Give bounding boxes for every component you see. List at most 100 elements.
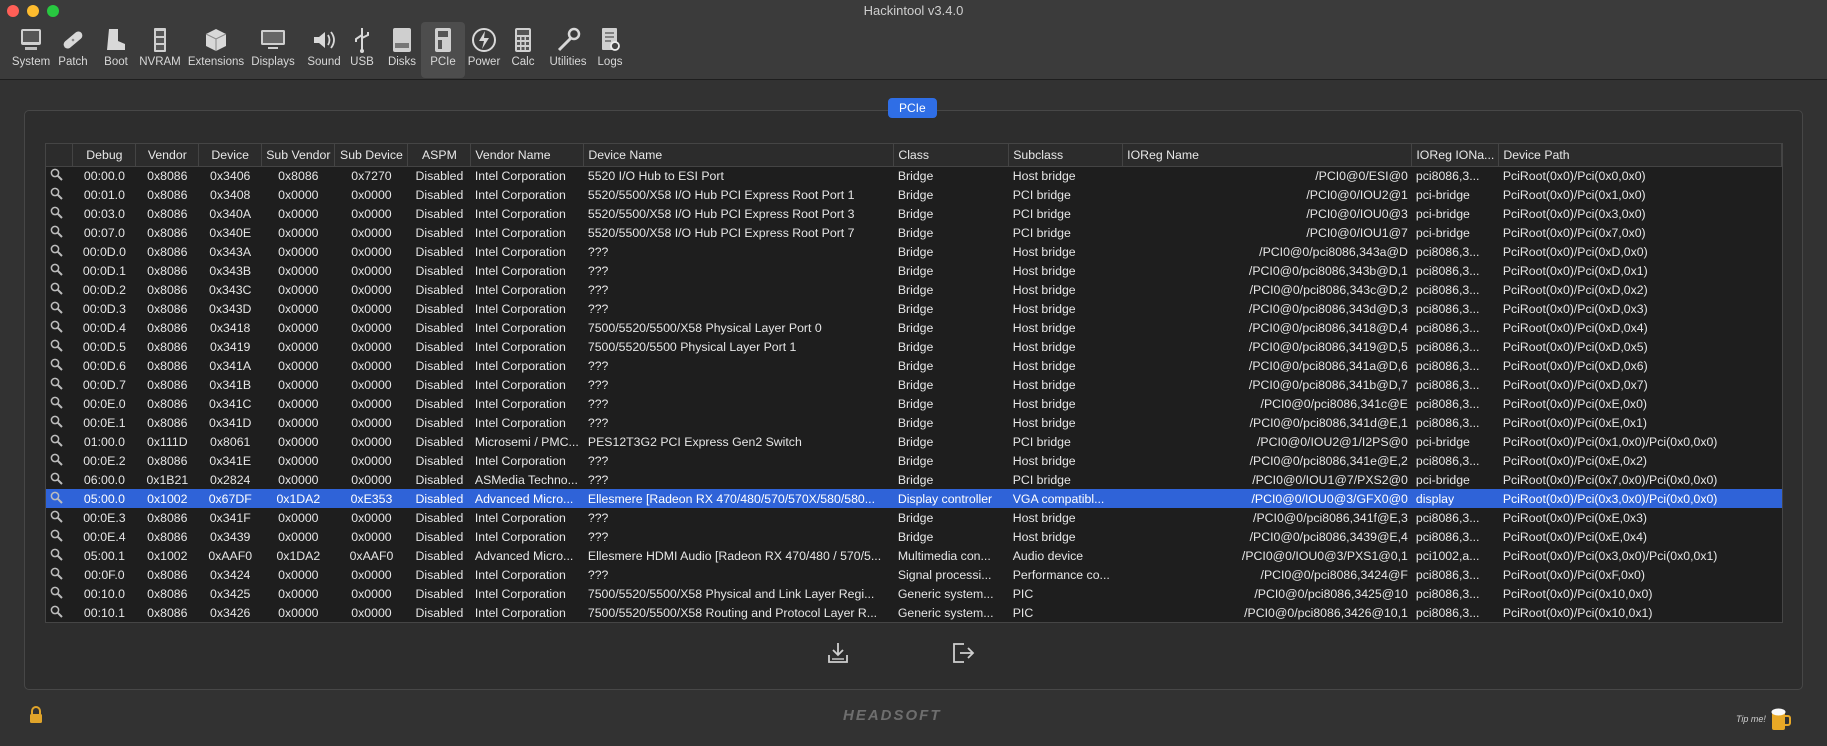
column-header[interactable]: Vendor Name [470,144,585,167]
magnifier-cell[interactable] [46,527,73,546]
magnifier-cell[interactable] [46,451,73,470]
column-header[interactable]: Sub Vendor [261,144,336,167]
magnifier-icon[interactable] [50,586,63,599]
magnifier-icon[interactable] [50,358,63,371]
magnifier-icon[interactable] [50,529,63,542]
toolbar-item-disks[interactable]: Disks [382,22,422,78]
column-header[interactable]: Device Name [583,144,895,167]
magnifier-icon[interactable] [50,225,63,238]
magnifier-cell[interactable] [46,565,73,584]
magnifier-icon[interactable] [50,567,63,580]
table-row[interactable]: 00:0E.4 0x8086 0x3439 0x0000 0x0000 Disabled I… [46,527,1782,546]
magnifier-cell[interactable] [46,204,73,223]
toolbar-item-usb[interactable]: USB [344,22,380,78]
table-row[interactable]: 00:10.0 0x8086 0x3425 0x0000 0x0000 Disabled I… [46,584,1782,603]
tip-me-button[interactable]: Tip me! [1736,706,1792,732]
magnifier-icon[interactable] [50,434,63,447]
table-row[interactable]: 00:0D.2 0x8086 0x343C 0x0000 0x0000 Disabled I… [46,280,1782,299]
magnifier-icon[interactable] [50,548,63,561]
column-header[interactable]: Device [198,144,263,167]
table-row[interactable]: 00:0D.6 0x8086 0x341A 0x0000 0x0000 Disabled I… [46,356,1782,375]
magnifier-cell[interactable] [46,166,73,185]
magnifier-cell[interactable] [46,280,73,299]
table-row[interactable]: 06:00.0 0x1B21 0x2824 0x0000 0x0000 Disabled A… [46,470,1782,489]
magnifier-cell[interactable] [46,394,73,413]
table-row[interactable]: 05:00.1 0x1002 0xAAF0 0x1DA2 0xAAF0 Disabled A… [46,546,1782,565]
table-row[interactable]: 00:0D.1 0x8086 0x343B 0x0000 0x0000 Disabled I… [46,261,1782,280]
magnifier-cell[interactable] [46,546,73,565]
table-row[interactable]: 00:0E.1 0x8086 0x341D 0x0000 0x0000 Disabled I… [46,413,1782,432]
toolbar-item-sound[interactable]: Sound [301,22,347,78]
column-header[interactable]: Device Path [1498,144,1782,167]
toolbar-item-utilities[interactable]: Utilities [542,22,594,78]
column-header[interactable]: Sub Device [334,144,409,167]
magnifier-cell[interactable] [46,318,73,337]
column-header[interactable] [46,144,74,167]
magnifier-cell[interactable] [46,603,73,622]
magnifier-cell[interactable] [46,242,73,261]
export-share-icon[interactable] [950,640,976,666]
magnifier-icon[interactable] [50,168,63,181]
toolbar-item-patch[interactable]: Patch [50,22,96,78]
magnifier-cell[interactable] [46,261,73,280]
column-header[interactable]: Vendor [135,144,200,167]
toolbar-item-calc[interactable]: Calc [505,22,541,78]
magnifier-icon[interactable] [50,244,63,257]
table-row[interactable]: 00:0D.3 0x8086 0x343D 0x0000 0x0000 Disabled I… [46,299,1782,318]
magnifier-cell[interactable] [46,299,73,318]
table-row[interactable]: 00:0E.2 0x8086 0x341E 0x0000 0x0000 Disabled I… [46,451,1782,470]
table-row[interactable]: 00:0D.0 0x8086 0x343A 0x0000 0x0000 Disabled I… [46,242,1782,261]
magnifier-icon[interactable] [50,263,63,276]
magnifier-cell[interactable] [46,337,73,356]
toolbar-item-power[interactable]: Power [461,22,507,78]
magnifier-icon[interactable] [50,301,63,314]
export-download-icon[interactable] [825,640,851,666]
magnifier-icon[interactable] [50,396,63,409]
table-row[interactable]: 01:00.0 0x111D 0x8061 0x0000 0x0000 Disabled M… [46,432,1782,451]
tab-pcie[interactable]: PCIe [888,98,937,118]
magnifier-icon[interactable] [50,472,63,485]
magnifier-icon[interactable] [50,339,63,352]
table-row[interactable]: 00:0F.0 0x8086 0x3424 0x0000 0x0000 Disabled I… [46,565,1782,584]
column-header[interactable]: Class [893,144,1010,167]
magnifier-icon[interactable] [50,320,63,333]
table-row[interactable]: 00:0E.3 0x8086 0x341F 0x0000 0x0000 Disabled I… [46,508,1782,527]
magnifier-icon[interactable] [50,282,63,295]
magnifier-cell[interactable] [46,413,73,432]
magnifier-cell[interactable] [46,584,73,603]
toolbar-item-displays[interactable]: Displays [245,22,301,78]
table-row[interactable]: 05:00.0 0x1002 0x67DF 0x1DA2 0xE353 Disabled A… [46,489,1782,508]
toolbar-item-boot[interactable]: Boot [94,22,138,78]
magnifier-icon[interactable] [50,510,63,523]
table-row[interactable]: 00:07.0 0x8086 0x340E 0x0000 0x0000 Disabled I… [46,223,1782,242]
table-row[interactable]: 00:0D.4 0x8086 0x3418 0x0000 0x0000 Disabled I… [46,318,1782,337]
magnifier-cell[interactable] [46,489,73,508]
column-header[interactable]: ASPM [407,144,472,167]
magnifier-icon[interactable] [50,187,63,200]
toolbar-item-logs[interactable]: Logs [590,22,630,78]
column-header[interactable]: IOReg Name [1122,144,1413,167]
magnifier-cell[interactable] [46,432,73,451]
magnifier-icon[interactable] [50,453,63,466]
table-row[interactable]: 00:03.0 0x8086 0x340A 0x0000 0x0000 Disabled I… [46,204,1782,223]
table-row[interactable]: 00:0D.5 0x8086 0x3419 0x0000 0x0000 Disabled I… [46,337,1782,356]
table-row[interactable]: 00:0E.0 0x8086 0x341C 0x0000 0x0000 Disabled I… [46,394,1782,413]
column-header[interactable]: IOReg IONa... [1411,144,1500,167]
magnifier-icon[interactable] [50,377,63,390]
magnifier-cell[interactable] [46,356,73,375]
magnifier-cell[interactable] [46,470,73,489]
table-row[interactable]: 00:00.0 0x8086 0x3406 0x8086 0x7270 Disabled I… [46,166,1782,185]
magnifier-icon[interactable] [50,605,63,618]
magnifier-cell[interactable] [46,508,73,527]
column-header[interactable]: Subclass [1008,144,1124,167]
magnifier-cell[interactable] [46,223,73,242]
table-row[interactable]: 00:01.0 0x8086 0x3408 0x0000 0x0000 Disabled I… [46,185,1782,204]
pcie-device-table-container[interactable]: Debug Vendor Device Sub Vendor Sub Device ASP… [45,143,1783,623]
magnifier-icon[interactable] [50,491,63,504]
toolbar-item-extensions[interactable]: Extensions [182,22,250,78]
magnifier-cell[interactable] [46,185,73,204]
column-header[interactable]: Debug [72,144,137,167]
toolbar-item-nvram[interactable]: NVRAM [134,22,186,78]
magnifier-icon[interactable] [50,415,63,428]
magnifier-cell[interactable] [46,375,73,394]
